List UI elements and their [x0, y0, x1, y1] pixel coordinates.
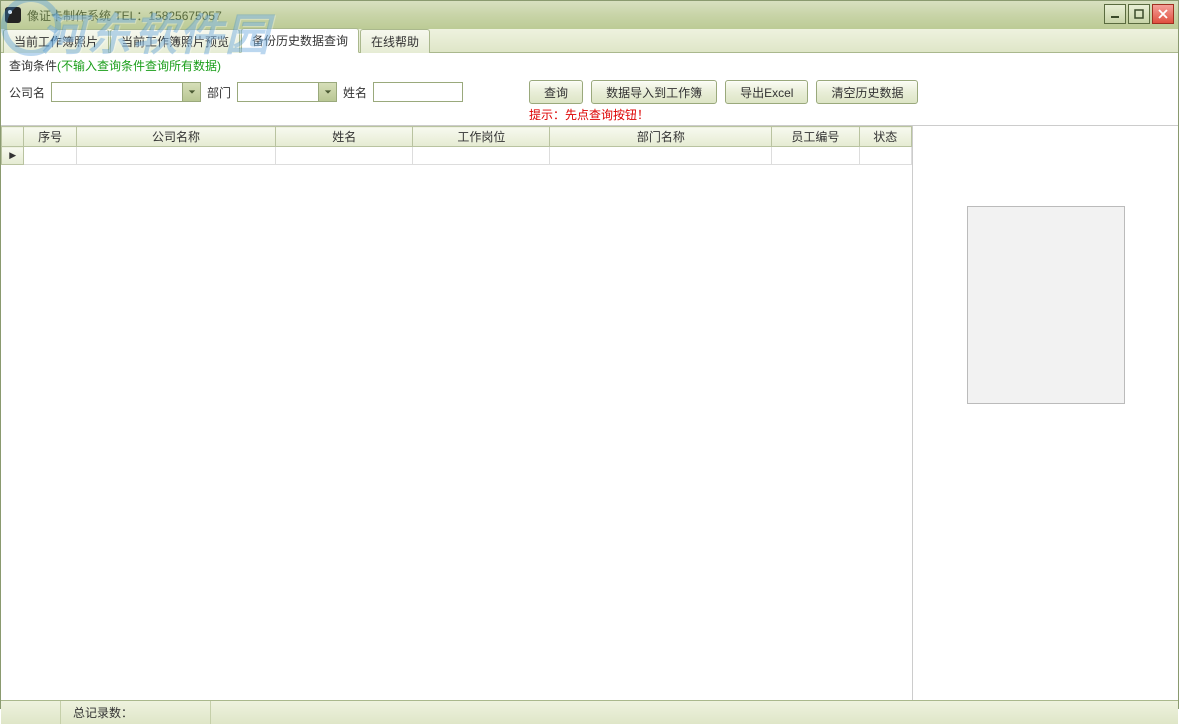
export-button[interactable]: 导出Excel — [725, 80, 808, 104]
row-header-col — [2, 127, 24, 147]
dept-input[interactable] — [238, 83, 318, 101]
window-title: 像证卡制作系统 TEL：15825675057 — [27, 7, 222, 24]
query-button[interactable]: 查询 — [529, 80, 583, 104]
dept-combo[interactable] — [237, 82, 337, 102]
col-name[interactable]: 姓名 — [276, 127, 413, 147]
import-button[interactable]: 数据导入到工作簿 — [591, 80, 717, 104]
name-input[interactable] — [373, 82, 463, 102]
photo-placeholder — [967, 206, 1125, 404]
name-label: 姓名 — [343, 84, 367, 101]
minimize-button[interactable] — [1104, 4, 1126, 24]
maximize-button[interactable] — [1128, 4, 1150, 24]
content-area: 序号 公司名称 姓名 工作岗位 部门名称 员工编号 状态 — [1, 125, 1178, 700]
status-cell-empty — [1, 701, 61, 724]
tab-history-query[interactable]: 备份历史数据查询 — [241, 28, 359, 53]
row-indicator — [2, 147, 24, 165]
condition-label: 查询条件 — [9, 59, 57, 73]
col-seq[interactable]: 序号 — [24, 127, 76, 147]
tab-current-photos[interactable]: 当前工作簿照片 — [3, 29, 109, 53]
company-label: 公司名 — [9, 84, 45, 101]
company-combo[interactable] — [51, 82, 201, 102]
col-empno[interactable]: 员工编号 — [772, 127, 859, 147]
app-window: 河东软件园 像证卡制作系统 TEL：15825675057 当前工作簿照片 当前… — [0, 0, 1179, 709]
status-bar: 总记录数： — [1, 700, 1178, 724]
col-status[interactable]: 状态 — [859, 127, 911, 147]
side-panel — [913, 126, 1178, 700]
table-row[interactable] — [2, 147, 912, 165]
clear-button[interactable]: 清空历史数据 — [816, 80, 918, 104]
tip-text: 提示：先点查询按钮！ — [1, 106, 1178, 125]
condition-hint: (不输入查询条件查询所有数据) — [57, 59, 221, 73]
app-icon — [5, 7, 21, 23]
company-input[interactable] — [52, 83, 182, 101]
title-bar: 像证卡制作系统 TEL：15825675057 — [1, 1, 1178, 29]
col-company[interactable]: 公司名称 — [76, 127, 275, 147]
status-cell-rest — [211, 701, 1178, 724]
data-grid-wrap: 序号 公司名称 姓名 工作岗位 部门名称 员工编号 状态 — [1, 126, 913, 700]
col-dept[interactable]: 部门名称 — [550, 127, 772, 147]
dept-dropdown-icon[interactable] — [318, 83, 336, 101]
dept-label: 部门 — [207, 84, 231, 101]
company-dropdown-icon[interactable] — [182, 83, 200, 101]
tab-online-help[interactable]: 在线帮助 — [360, 29, 430, 53]
close-button[interactable] — [1152, 4, 1174, 24]
condition-bar: 查询条件(不输入查询条件查询所有数据) — [1, 53, 1178, 76]
tab-bar: 当前工作簿照片 当前工作簿照片预览 备份历史数据查询 在线帮助 — [1, 29, 1178, 53]
tab-preview-photos[interactable]: 当前工作簿照片预览 — [110, 29, 240, 53]
col-position[interactable]: 工作岗位 — [413, 127, 550, 147]
filter-row: 公司名 部门 姓名 查询 数据导入到工作簿 导出Excel 清空历史数据 — [1, 76, 1178, 110]
status-total-count: 总记录数： — [61, 701, 211, 724]
data-grid[interactable]: 序号 公司名称 姓名 工作岗位 部门名称 员工编号 状态 — [1, 126, 912, 165]
